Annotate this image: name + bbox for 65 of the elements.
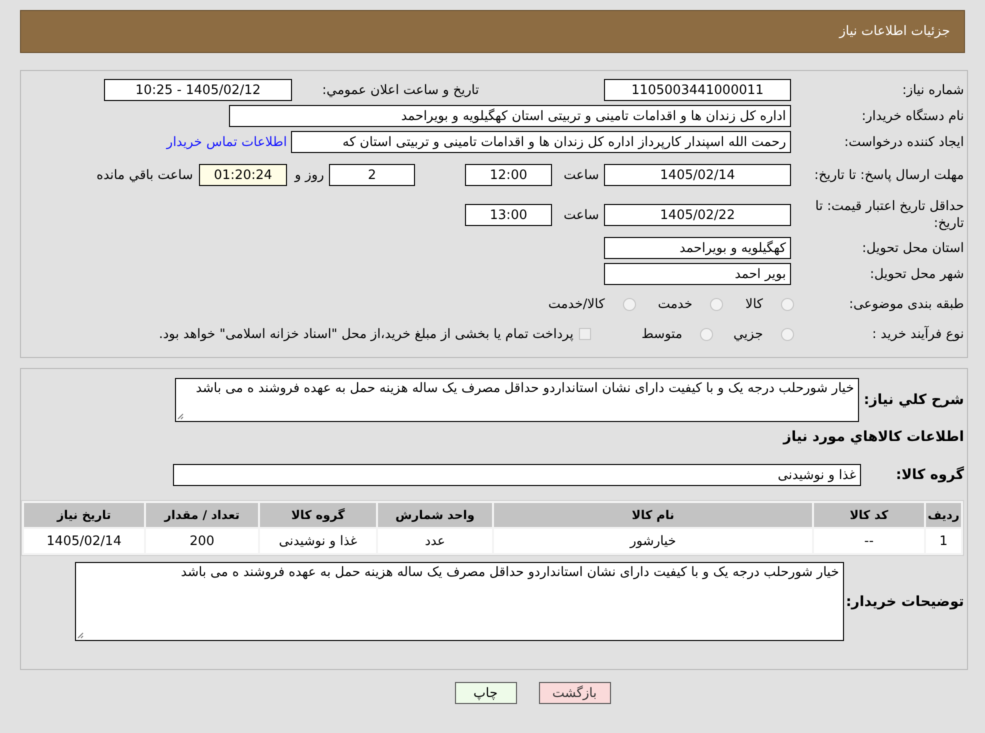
radio-button[interactable] — [781, 328, 794, 340]
radio-label: کالا/خدمت — [548, 296, 605, 312]
radio-button[interactable] — [622, 298, 636, 310]
text-field[interactable]: بویر احمد — [604, 263, 791, 285]
radio-label: خدمت — [658, 296, 692, 312]
field-label: تاریخ و ساعت اعلان عمومي: — [321, 82, 479, 98]
radio-button[interactable] — [710, 298, 724, 310]
field-label: شهر محل تحویل: — [868, 266, 964, 282]
page-title: جزئیات اطلاعات نیاز — [839, 24, 950, 39]
buyer-notes-box[interactable]: خیار شورحلب درجه یک و با کیفیت دارای نشان استانداردو حداقل مصرف یک ساله هزینه حمل به عهده فروشند ه می باشد — [75, 562, 844, 641]
field-label: طبقه بندی موضوعی: — [848, 296, 964, 312]
column-header: گروه کالا — [260, 503, 376, 527]
table-cell: خیارشور — [494, 529, 812, 553]
print-button[interactable]: چاپ — [454, 682, 516, 704]
text-field[interactable]: 1105003441000011 — [604, 79, 791, 101]
radio-button[interactable] — [781, 298, 794, 310]
field-label: شرح کلي نیاز: — [864, 392, 964, 408]
table-cell: غذا و نوشیدنی — [260, 529, 376, 553]
column-header: ردیف — [926, 503, 961, 527]
column-header: تاریخ نیاز — [24, 503, 144, 527]
field-label: گروه کالا: — [894, 467, 964, 483]
table-cell: -- — [814, 529, 924, 553]
field-label: شماره نیاز: — [901, 82, 964, 98]
radio-label: جزيي — [733, 326, 763, 342]
table-cell: عدد — [378, 529, 492, 553]
text-field[interactable]: رحمت الله اسپندار کارپرداز اداره کل زندان ها و اقدامات تامینی و تربیتی استان که — [291, 131, 791, 153]
radio-label: متوسط — [641, 326, 682, 342]
radio-label: کالا — [745, 296, 763, 312]
contact-link[interactable]: اطلاعات تماس خریدار — [166, 134, 287, 150]
field-label: مهلت ارسال پاسخ: تا تاریخ: — [813, 166, 964, 184]
field-label: ساعت باقي مانده — [96, 168, 193, 182]
text-field[interactable]: اداره کل زندان ها و اقدامات تامینی و تربیتی استان کهگیلویه و بویراحمد — [229, 105, 791, 127]
column-header: کد کالا — [814, 503, 924, 527]
table-cell: 200 — [146, 529, 258, 553]
field-label: ساعت — [562, 168, 599, 182]
text-field[interactable]: 2 — [329, 164, 415, 186]
text-field[interactable]: 12:00 — [465, 164, 552, 186]
text-field[interactable]: غذا و نوشیدنی — [173, 464, 861, 486]
text-field[interactable]: 13:00 — [465, 204, 552, 226]
text-field[interactable]: 1405/02/12 - 10:25 — [104, 79, 292, 101]
column-header: تعداد / مقدار — [146, 503, 258, 527]
table-cell: 1405/02/14 — [24, 529, 144, 553]
back-button[interactable]: بازگشت — [538, 682, 610, 704]
text-field[interactable]: 01:20:24 — [199, 164, 287, 186]
column-header: نام کالا — [494, 503, 812, 527]
text-field[interactable]: 1405/02/22 — [604, 204, 791, 226]
field-label: نام دستگاه خریدار: — [860, 108, 964, 124]
field-label: توضیحات خریدار: — [844, 594, 964, 610]
text-field[interactable]: کهگیلویه و بویراحمد — [604, 237, 791, 259]
field-label: ساعت — [562, 208, 599, 222]
radio-button[interactable] — [700, 328, 714, 340]
description-box[interactable]: خیار شورحلب درجه یک و با کیفیت دارای نشان استانداردو حداقل مصرف یک ساله هزینه حمل به عهده فروشند ه می باشد — [175, 378, 859, 422]
section-title: اطلاعات کالاهاي مورد نیاز — [783, 429, 964, 445]
field-label: استان محل تحویل: — [861, 240, 964, 256]
checkbox[interactable] — [579, 328, 592, 340]
field-label: روز و — [293, 168, 324, 182]
column-header: واحد شمارش — [378, 503, 492, 527]
field-label: حداقل تاریخ اعتبار قیمت: تا تاریخ: — [814, 198, 964, 232]
table-cell: 1 — [926, 529, 961, 553]
resize-grip-icon[interactable] — [177, 413, 184, 420]
resize-grip-icon[interactable] — [77, 632, 84, 639]
treasury-note: پرداخت تمام یا بخشی از مبلغ خرید،از محل "اسناد خزانه اسلامی" خواهد بود. — [158, 326, 574, 342]
field-label: نوع فرآیند خرید : — [871, 326, 964, 342]
field-label: ایجاد کننده درخواست: — [843, 134, 964, 150]
text-field[interactable]: 1405/02/14 — [604, 164, 791, 186]
